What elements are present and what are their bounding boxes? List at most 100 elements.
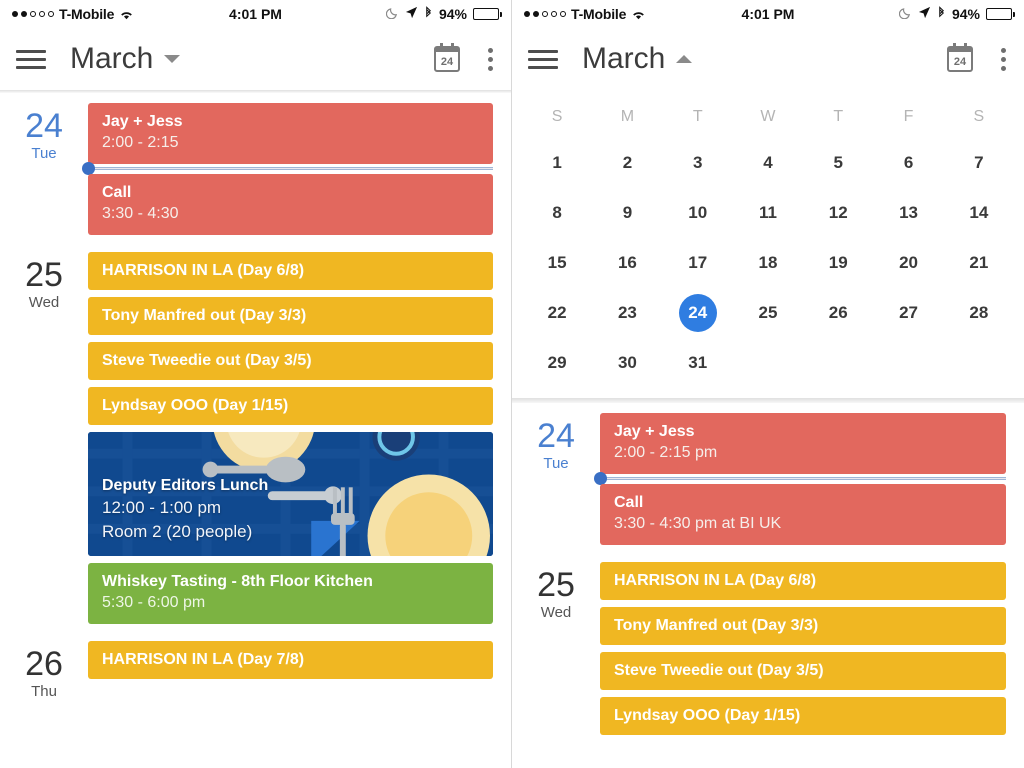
day-number: 22 [547,303,567,322]
day-cell-10[interactable]: 10 [663,188,733,238]
kebab-menu-icon[interactable] [999,46,1008,73]
today-calendar-day: 24 [953,56,967,68]
event-title: Lyndsay OOO (Day 1/15) [102,397,289,414]
moon-icon [385,6,399,22]
agenda-list-right[interactable]: 24 Tue Jay + Jess 2:00 - 2:15 pm Call 3:30 - … [512,403,1024,742]
day-cell-9[interactable]: 9 [592,188,662,238]
hamburger-icon[interactable] [528,41,558,78]
day-cell-26[interactable]: 26 [803,288,873,338]
agenda-day-label: 24 Tue [0,103,88,242]
agenda-day-row: 24 Tue Jay + Jess 2:00 - 2:15 pm Call 3:30 - … [512,403,1024,552]
chevron-up-icon [676,55,693,63]
day-cell-30[interactable]: 30 [592,338,662,388]
event-card[interactable]: Call 3:30 - 4:30 [88,174,493,235]
event-title: Call [102,184,132,201]
day-cell-31[interactable]: 31 [663,338,733,388]
event-title: HARRISON IN LA (Day 6/8) [614,572,817,589]
day-cell-8[interactable]: 8 [522,188,592,238]
day-cell-29[interactable]: 29 [522,338,592,388]
event-card-allday[interactable]: Lyndsay OOO (Day 1/15) [600,697,1006,735]
event-title: Call [614,494,644,511]
day-cell-21[interactable]: 21 [944,238,1014,288]
month-calendar-grid[interactable]: S M T W T F S 1 2 3 4 5 6 7 8 9 10 11 12 13 14 15 16 17 18 19 20 21… [512,90,1024,398]
day-cell-25[interactable]: 25 [733,288,803,338]
day-number: 18 [758,253,778,272]
today-calendar-icon[interactable]: 24 [947,43,973,72]
day-cell-1[interactable]: 1 [522,138,592,188]
day-cell-17[interactable]: 17 [663,238,733,288]
event-card-allday[interactable]: HARRISON IN LA (Day 7/8) [88,641,493,679]
hamburger-icon[interactable] [16,41,46,78]
event-card-allday[interactable]: Tony Manfred out (Day 3/3) [88,297,493,335]
event-card-allday[interactable]: HARRISON IN LA (Day 6/8) [88,252,493,290]
agenda-day-number: 26 [25,645,63,683]
agenda-day-number: 25 [25,256,63,294]
event-time: 5:30 - 6:00 pm [102,594,206,611]
day-number: 7 [974,153,984,172]
day-cell-2[interactable]: 2 [592,138,662,188]
agenda-list-left[interactable]: 24 Tue Jay + Jess 2:00 - 2:15 Call 3:30 - 4:3… [0,93,511,700]
day-cell-6[interactable]: 6 [873,138,943,188]
agenda-day-row: 24 Tue Jay + Jess 2:00 - 2:15 Call 3:30 - 4:3… [0,93,511,242]
event-location: Room 2 (20 people) [102,522,253,541]
day-number: 4 [763,153,773,172]
event-card[interactable]: Whiskey Tasting - 8th Floor Kitchen 5:30 … [88,563,493,624]
signal-strength-icon [524,11,566,17]
day-cell-18[interactable]: 18 [733,238,803,288]
day-cell-15[interactable]: 15 [522,238,592,288]
event-card[interactable]: Jay + Jess 2:00 - 2:15 [88,103,493,164]
day-cell-16[interactable]: 16 [592,238,662,288]
month-week-row: 29 30 31 [522,338,1014,388]
day-cell-20[interactable]: 20 [873,238,943,288]
kebab-menu-icon[interactable] [486,46,495,73]
event-card-allday[interactable]: Lyndsay OOO (Day 1/15) [88,387,493,425]
event-title: HARRISON IN LA (Day 6/8) [102,262,305,279]
agenda-day-label: 26 Thu [0,641,88,700]
day-cell-23[interactable]: 23 [592,288,662,338]
day-cell-5[interactable]: 5 [803,138,873,188]
agenda-events-column: HARRISON IN LA (Day 6/8) Tony Manfred out… [600,562,1024,742]
day-number: 11 [758,203,777,222]
event-title: Tony Manfred out (Day 3/3) [102,307,307,324]
day-cell-19[interactable]: 19 [803,238,873,288]
event-title: Steve Tweedie out (Day 3/5) [102,352,312,369]
weekday-header-cell: W [760,108,776,125]
event-card[interactable]: Jay + Jess 2:00 - 2:15 pm [600,413,1006,474]
day-number: 10 [688,203,708,222]
event-card[interactable]: Call 3:30 - 4:30 pm at BI UK [600,484,1006,545]
month-week-row: 8 9 10 11 12 13 14 [522,188,1014,238]
weekday-header-cell: M [620,108,635,125]
event-time: 3:30 - 4:30 pm at BI UK [614,515,782,532]
event-card-illustrated[interactable]: Deputy Editors Lunch 12:00 - 1:00 pm Room … [88,432,493,556]
month-title-button[interactable]: March [582,42,693,76]
day-number: 25 [758,303,778,322]
day-cell-4[interactable]: 4 [733,138,803,188]
day-cell-7[interactable]: 7 [944,138,1014,188]
day-cell-28[interactable]: 28 [944,288,1014,338]
left-phone-screen: T-Mobile 4:01 PM 94% March 24 24 Tue Jay… [0,0,512,768]
day-cell-11[interactable]: 11 [733,188,803,238]
carrier-label: T-Mobile [571,6,627,22]
day-cell-13[interactable]: 13 [873,188,943,238]
day-cell-empty [873,338,943,388]
day-number: 6 [903,153,914,172]
event-title: Tony Manfred out (Day 3/3) [614,617,819,634]
month-title-button[interactable]: March [70,42,181,76]
weekday-header-cell: F [903,108,914,125]
today-calendar-icon[interactable]: 24 [434,43,460,72]
event-card-allday[interactable]: Steve Tweedie out (Day 3/5) [88,342,493,380]
day-number: 8 [552,203,562,222]
day-cell-12[interactable]: 12 [803,188,873,238]
status-bar-left: T-Mobile [12,6,134,22]
day-cell-27[interactable]: 27 [873,288,943,338]
agenda-day-row: 26 Thu HARRISON IN LA (Day 7/8) [0,631,511,700]
day-number: 15 [547,253,567,272]
event-card-allday[interactable]: Tony Manfred out (Day 3/3) [600,607,1006,645]
day-cell-3[interactable]: 3 [663,138,733,188]
event-card-allday[interactable]: Steve Tweedie out (Day 3/5) [600,652,1006,690]
event-card-allday[interactable]: HARRISON IN LA (Day 6/8) [600,562,1006,600]
status-bar-left: T-Mobile [524,6,646,22]
day-cell-14[interactable]: 14 [944,188,1014,238]
day-cell-24[interactable]: 24 [663,288,733,338]
day-cell-22[interactable]: 22 [522,288,592,338]
